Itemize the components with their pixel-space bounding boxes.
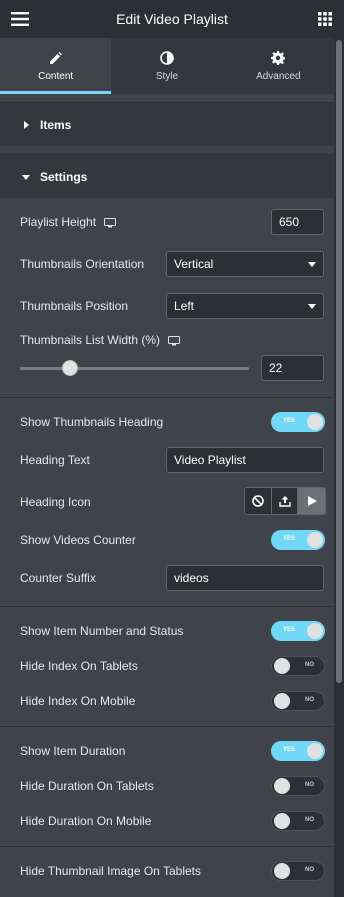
icon-none-button[interactable]: [245, 488, 272, 514]
thumbnails-position-label: Thumbnails Position: [20, 299, 129, 313]
toggle-knob: [307, 743, 323, 759]
heading-icon-label: Heading Icon: [20, 495, 91, 509]
toggle-knob: [274, 778, 290, 794]
thumbnails-orientation-select[interactable]: Vertical: [166, 251, 324, 277]
panel-header: Edit Video Playlist: [0, 0, 344, 38]
chevron-down-icon: [308, 304, 316, 309]
tab-content-label: Content: [38, 70, 74, 82]
hide-index-tablets-toggle[interactable]: NO: [271, 656, 325, 676]
show-item-number-toggle[interactable]: YES: [271, 621, 325, 641]
show-thumbnails-heading-label: Show Thumbnails Heading: [20, 415, 164, 429]
thumbnails-width-label: Thumbnails List Width (%): [20, 333, 161, 347]
spacer: [0, 146, 334, 154]
tab-style-label: Style: [155, 70, 179, 82]
divider: [0, 397, 334, 398]
scrollbar-thumb[interactable]: [336, 40, 342, 683]
play-icon: [307, 496, 317, 506]
counter-suffix-input[interactable]: videos: [166, 565, 324, 591]
counter-suffix-label: Counter Suffix: [20, 571, 96, 585]
toggle-knob: [274, 658, 290, 674]
toggle-state: YES: [283, 536, 296, 542]
upload-icon: [278, 496, 291, 507]
divider: [0, 606, 334, 607]
hide-duration-tablets-label: Hide Duration On Tablets: [20, 779, 154, 793]
hide-thumbnail-tablets-label: Hide Thumbnail Image On Tablets: [20, 864, 201, 878]
spacer: [0, 94, 334, 102]
monitor-icon[interactable]: [104, 217, 117, 228]
toggle-state: NO: [305, 697, 314, 703]
toggle-state: YES: [283, 627, 296, 633]
half-circle-icon: [160, 50, 174, 65]
toggle-knob: [274, 813, 290, 829]
thumbnails-width-slider-track[interactable]: [20, 367, 249, 370]
divider: [0, 726, 334, 727]
icon-library-button[interactable]: [298, 488, 325, 514]
hide-duration-tablets-toggle[interactable]: NO: [271, 776, 325, 796]
heading-text-input[interactable]: Video Playlist: [166, 447, 324, 473]
panel-tabs: Content Style Advanced: [0, 38, 334, 94]
show-item-duration-toggle[interactable]: YES: [271, 741, 325, 761]
playlist-height-input[interactable]: 650: [271, 209, 324, 235]
divider: [0, 846, 334, 847]
toggle-state: NO: [305, 817, 314, 823]
toggle-knob: [307, 414, 323, 430]
section-items[interactable]: Items: [0, 102, 334, 146]
pencil-icon: [49, 51, 62, 64]
thumbnails-width-row: Thumbnails List Width (%): [20, 331, 334, 349]
caret-right-icon: [24, 120, 29, 129]
thumbnails-width-input[interactable]: 22: [261, 355, 324, 381]
section-settings-label: Settings: [40, 169, 88, 184]
show-item-number-label: Show Item Number and Status: [20, 624, 184, 638]
tab-content[interactable]: Content: [0, 38, 112, 94]
ban-icon: [252, 495, 264, 507]
page-title: Edit Video Playlist: [116, 11, 228, 27]
toggle-state: YES: [283, 418, 296, 424]
thumbnails-orientation-label: Thumbnails Orientation: [20, 257, 145, 271]
gear-icon: [271, 50, 286, 65]
thumbnails-position-select[interactable]: Left: [166, 293, 324, 319]
section-items-label: Items: [40, 117, 72, 132]
hide-duration-mobile-label: Hide Duration On Mobile: [20, 814, 152, 828]
panel-scrollbar[interactable]: [334, 38, 344, 897]
hide-index-mobile-toggle[interactable]: NO: [271, 691, 325, 711]
toggle-knob: [307, 623, 323, 639]
show-videos-counter-toggle[interactable]: YES: [271, 530, 325, 550]
toggle-state: NO: [305, 782, 314, 788]
toggle-state: NO: [305, 662, 314, 668]
toggle-state: NO: [305, 867, 314, 873]
icon-upload-button[interactable]: [271, 488, 299, 514]
hide-thumbnail-tablets-toggle[interactable]: NO: [271, 861, 325, 881]
heading-icon-choices: [244, 487, 326, 515]
toggle-knob: [274, 693, 290, 709]
monitor-icon[interactable]: [168, 335, 181, 346]
thumbnails-position-value: Left: [174, 299, 195, 313]
tab-advanced[interactable]: Advanced: [223, 38, 334, 94]
section-settings[interactable]: Settings: [0, 154, 334, 198]
toggle-state: YES: [283, 747, 296, 753]
playlist-height-label: Playlist Height: [20, 215, 97, 229]
apps-grid-icon[interactable]: [318, 12, 332, 26]
show-videos-counter-label: Show Videos Counter: [20, 533, 136, 547]
show-thumbnails-heading-toggle[interactable]: YES: [271, 412, 325, 432]
tab-style[interactable]: Style: [111, 38, 222, 94]
toggle-knob: [307, 532, 323, 548]
heading-text-label: Heading Text: [20, 453, 90, 467]
thumbnails-orientation-value: Vertical: [174, 257, 214, 271]
toggle-knob: [274, 863, 290, 879]
tab-advanced-label: Advanced: [256, 70, 301, 82]
hide-index-mobile-label: Hide Index On Mobile: [20, 694, 136, 708]
hamburger-icon[interactable]: [11, 12, 29, 26]
hide-duration-mobile-toggle[interactable]: NO: [271, 811, 325, 831]
chevron-down-icon: [308, 262, 316, 267]
hide-index-tablets-label: Hide Index On Tablets: [20, 659, 138, 673]
show-item-duration-label: Show Item Duration: [20, 744, 126, 758]
caret-down-icon: [22, 174, 30, 180]
